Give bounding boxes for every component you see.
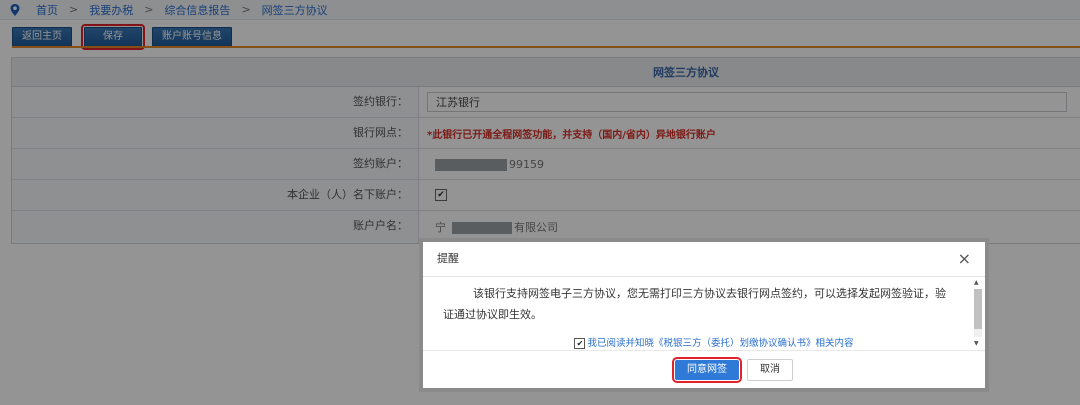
dialog-header: 提醒 ×: [423, 242, 985, 277]
dialog-footer: 同意网签 取消: [423, 350, 985, 388]
reminder-dialog: 提醒 × 该银行支持网签电子三方协议，您无需打印三方协议去银行网点签约，可以选择…: [419, 238, 989, 392]
cancel-button[interactable]: 取消: [747, 358, 793, 381]
agree-checkbox[interactable]: ✔: [574, 338, 586, 349]
dialog-body: 该银行支持网签电子三方协议，您无需打印三方协议去银行网点签约，可以选择发起网签验…: [423, 277, 985, 349]
agree-sign-button[interactable]: 同意网签: [672, 356, 742, 383]
scroll-down-arrow-icon[interactable]: ▼: [974, 340, 979, 347]
agreement-line: ✔ 我已阅读并知晓《税银三方（委托）划缴协议确认书》相关内容: [443, 335, 955, 349]
dialog-message: 该银行支持网签电子三方协议，您无需打印三方协议去银行网点签约，可以选择发起网签验…: [443, 287, 946, 321]
dialog-scrollbar[interactable]: ▲ ▼: [972, 279, 982, 347]
agreement-link[interactable]: 我已阅读并知晓《税银三方（委托）划缴协议确认书》相关内容: [587, 338, 853, 349]
dialog-title: 提醒: [437, 252, 459, 265]
close-icon[interactable]: ×: [958, 242, 971, 276]
scroll-up-arrow-icon[interactable]: ▲: [974, 279, 979, 286]
scroll-thumb[interactable]: [974, 289, 982, 329]
